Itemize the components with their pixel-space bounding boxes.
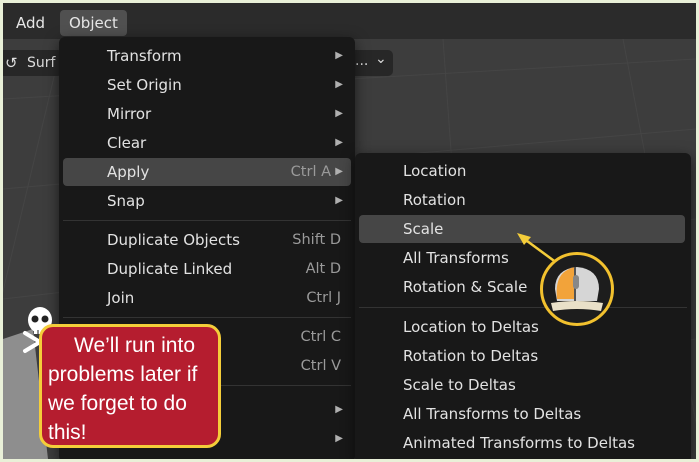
mode-selector[interactable]: ↺ Surf (3, 50, 63, 76)
dots-label: ... (355, 53, 369, 69)
menu-divider (63, 220, 351, 221)
menu-item-label: All Transforms to Deltas (403, 405, 582, 423)
menu-divider (63, 317, 351, 318)
submenu-arrow-icon: ▶ (335, 195, 343, 206)
menu-item-label: Rotation to Deltas (403, 347, 539, 365)
apply-submenu: Location Rotation Scale All Transforms R… (355, 153, 691, 459)
menu-item-label: Scale (403, 220, 444, 238)
submenu-arrow-icon: ▶ (335, 79, 343, 90)
menu-item-label: Snap (107, 192, 145, 210)
menu-item-label: Join (107, 289, 135, 307)
submenu-arrow-icon: ▶ (335, 166, 343, 177)
menu-item-label: Rotation & Scale (403, 278, 528, 296)
menu-divider (359, 307, 687, 308)
menu-item-snap[interactable]: Snap ▶ (63, 187, 351, 215)
menu-item-label: Scale to Deltas (403, 376, 516, 394)
menu-item-join[interactable]: Join Ctrl J (63, 284, 351, 312)
menu-item-label: Animated Transforms to Deltas (403, 434, 635, 452)
apply-location-to-deltas[interactable]: Location to Deltas (359, 313, 687, 341)
add-menu[interactable]: Add (7, 10, 54, 36)
submenu-arrow-icon: ▶ (335, 433, 343, 444)
menu-item-label: Mirror (107, 105, 152, 123)
apply-scale-to-deltas[interactable]: Scale to Deltas (359, 371, 687, 399)
shortcut-label: Ctrl C (300, 329, 341, 345)
mouse-graphic (551, 267, 603, 311)
submenu-arrow-icon: ▶ (335, 50, 343, 61)
mode-label: Surf (27, 55, 56, 71)
submenu-arrow-icon: ▶ (335, 137, 343, 148)
shortcut-label: Ctrl J (306, 290, 341, 306)
submenu-arrow-icon: ▶ (335, 404, 343, 415)
chevron-down-icon: ⌄ (375, 51, 387, 67)
menu-item-transform[interactable]: Transform ▶ (63, 42, 351, 70)
callout-text: We’ll run into problems later if we forg… (48, 334, 198, 444)
menu-item-duplicate-linked[interactable]: Duplicate Linked Alt D (63, 255, 351, 283)
menu-item-set-origin[interactable]: Set Origin ▶ (63, 71, 351, 99)
warning-callout: We’ll run into problems later if we forg… (39, 324, 221, 448)
menu-item-clear[interactable]: Clear ▶ (63, 129, 351, 157)
object-menu[interactable]: Object (60, 10, 127, 36)
menu-item-label: Apply (107, 163, 150, 181)
blender-window: Add Object ↺ Surf ... ⌄ Transform ▶ Set … (3, 3, 696, 459)
menu-item-duplicate-objects[interactable]: Duplicate Objects Shift D (63, 226, 351, 254)
apply-all-transforms-to-deltas[interactable]: All Transforms to Deltas (359, 400, 687, 428)
menu-item-label: Location (403, 162, 467, 180)
apply-rotation-scale[interactable]: Rotation & Scale (359, 273, 687, 301)
menu-item-label: Duplicate Linked (107, 260, 233, 278)
menu-item-label: Clear (107, 134, 147, 152)
top-menu-bar: Add Object (3, 3, 696, 39)
menu-item-label: All Transforms (403, 249, 509, 267)
submenu-arrow-icon: ▶ (335, 108, 343, 119)
shortcut-label: Ctrl A (290, 164, 331, 180)
menu-item-label: Duplicate Objects (107, 231, 240, 249)
apply-rotation[interactable]: Rotation (359, 186, 687, 214)
menu-item-label: Location to Deltas (403, 318, 539, 336)
shortcut-label: Alt D (305, 261, 341, 277)
apply-rotation-to-deltas[interactable]: Rotation to Deltas (359, 342, 687, 370)
mouse-left-click-icon (540, 252, 614, 326)
apply-location[interactable]: Location (359, 157, 687, 185)
shortcut-label: Shift D (292, 232, 341, 248)
shortcut-label: Ctrl V (300, 358, 341, 374)
menu-item-label: Transform (107, 47, 182, 65)
menu-item-mirror[interactable]: Mirror ▶ (63, 100, 351, 128)
menu-item-label: Rotation (403, 191, 466, 209)
apply-animated-transforms-to-deltas[interactable]: Animated Transforms to Deltas (359, 429, 687, 457)
surface-icon: ↺ (5, 54, 18, 72)
menu-item-label: Set Origin (107, 76, 182, 94)
menu-item-apply[interactable]: Apply Ctrl A ▶ (63, 158, 351, 186)
